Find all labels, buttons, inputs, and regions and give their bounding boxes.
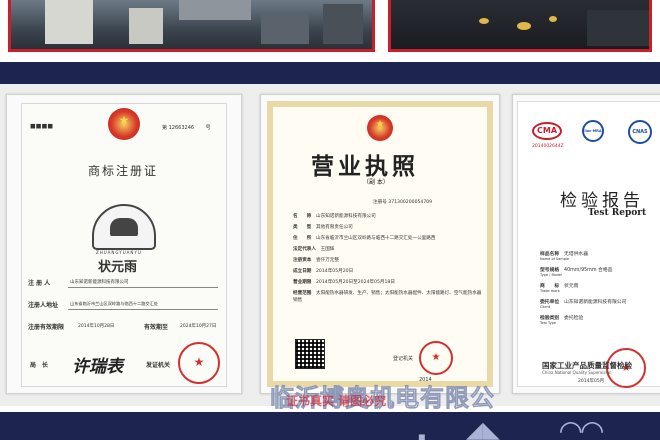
tm-reg-no: 第 12663246 号: [162, 125, 211, 131]
report-date: 2014年05月: [578, 379, 605, 384]
report-row: 检验类别 委托检验 Test Type: [540, 316, 584, 325]
ilac-badge-icon: ilac-MRA: [582, 120, 604, 142]
factory-photo-right: [388, 0, 652, 52]
report-row: 型号规格 40mm/95mm 合格品 Type / Model: [540, 268, 613, 277]
license-seal-icon: [419, 341, 453, 375]
tm-valid-value: 2014年10月28日: [78, 324, 115, 329]
tm-registrant-value: 山东知诺新能源科技有限公司: [70, 280, 129, 285]
director-signature: 许瑞表: [72, 357, 123, 377]
tm-brand-pinyin: ZHUANGYUANYU: [96, 250, 142, 255]
license-row: 营业期限 2014年05月20日至2024年05月18日: [293, 280, 395, 285]
brand-logo-icon: [92, 204, 156, 250]
license-subtitle: （副 本）: [363, 179, 389, 186]
tm-valid-to: 2024年10月27日: [180, 324, 217, 329]
test-report: CMA ilac-MRA CNAS 2014002644Z 检验报告 Test …: [512, 94, 660, 394]
certificate-gallery: ◼◼◼◼ 第 12663246 号 商标注册证 ZHUANGYUANYU 状元雨…: [0, 84, 660, 406]
tm-brand-name: 状元雨: [98, 260, 138, 275]
license-reg-no: 注册号 371300200054709: [373, 200, 433, 205]
license-row: 名 称 山东知诺新能源科技有限公司: [293, 214, 376, 219]
national-emblem-icon: [108, 108, 140, 140]
tm-director-label: 局 长: [30, 362, 49, 369]
report-authority-en: China National Quality Supervision: [542, 370, 612, 375]
tm-address-value: 山东省临沂市兰山区双岭路与临西十二路交汇处: [70, 301, 158, 306]
tm-registrant-label: 注 册 人: [28, 280, 51, 287]
license-row: 注册资本 壹仟万元整: [293, 258, 339, 263]
section-divider-band: [0, 62, 660, 84]
cma-badge-icon: CMA: [532, 122, 562, 140]
license-emblem-icon: [367, 115, 393, 141]
overlay-caption: 证书真实 请图必究: [286, 394, 387, 408]
bottom-banner: ı ◢◣ ◠◠: [0, 412, 660, 440]
report-row: 商 标 状元雨 Trade mark: [540, 284, 579, 293]
license-row: 成立日期 2014年05月20日: [293, 269, 354, 274]
tm-title: 商标注册证: [88, 164, 159, 178]
top-photo-strip: [0, 0, 660, 62]
qr-code: [295, 339, 325, 369]
tm-address-label: 注册人地址: [28, 302, 59, 309]
business-license: 营业执照 （副 本） 注册号 371300200054709 名 称 山东知诺新…: [260, 94, 500, 394]
report-row: 样品名称 无塔供水器 Name of Sample: [540, 252, 589, 261]
license-issuer-label: 登记机关: [393, 356, 414, 362]
license-row: 住 所 山东省临沂市兰山区双岭路与临西十二路交汇处一公里路西: [293, 236, 436, 241]
cnas-badge-icon: CNAS: [628, 120, 652, 144]
license-title: 营业执照: [311, 153, 419, 180]
tm-valid-label: 注册有效期限: [28, 324, 65, 331]
tm-issuer-label: 发证机关: [146, 362, 171, 369]
license-row: 类 型 其他有限责任公司: [293, 225, 353, 230]
official-seal-icon: [178, 342, 220, 384]
trademark-certificate: ◼◼◼◼ 第 12663246 号 商标注册证 ZHUANGYUANYU 状元雨…: [6, 94, 242, 394]
report-row: 委托单位 山东知诺新能源科技有限公司 Client: [540, 300, 627, 309]
license-row: 经营范围 太阳能热水器研发、生产、销售；太阳能热水器配件、太阳能路灯、空气能热水…: [293, 291, 482, 303]
factory-photo-left: [8, 0, 375, 52]
cma-number: 2014002644Z: [532, 144, 564, 149]
tm-valid-end-label: 有效期至: [144, 324, 169, 331]
license-row: 法定代表人 王国辉: [293, 247, 335, 252]
tm-header-mark: ◼◼◼◼: [30, 122, 54, 130]
report-title-en: Test Report: [588, 208, 647, 218]
